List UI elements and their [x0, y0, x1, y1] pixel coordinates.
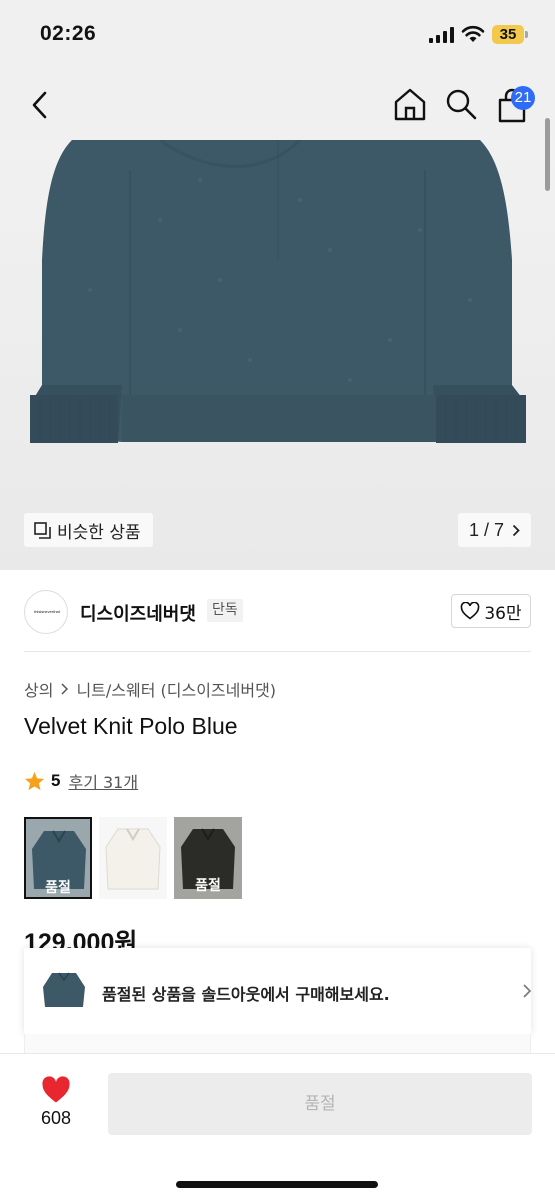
variant-soldout-label: 품절 — [45, 880, 71, 896]
brand-like-count: 36만 — [484, 603, 522, 624]
star-icon — [24, 771, 45, 791]
similar-products-button[interactable]: 비슷한 상품 — [24, 513, 153, 547]
buy-button-soldout[interactable]: 품절 — [108, 1073, 532, 1135]
brand-logo-text: thisisneverthat — [34, 609, 60, 614]
variant-black[interactable]: 품절 — [174, 817, 242, 899]
search-button[interactable] — [444, 86, 478, 122]
back-icon — [32, 91, 47, 119]
wifi-icon — [461, 25, 485, 42]
product-title: Velvet Knit Polo Blue — [24, 713, 238, 739]
variant-blue[interactable]: 품절 — [24, 817, 92, 899]
divider — [24, 651, 531, 652]
variant-thumbnail-ivory — [99, 817, 167, 899]
signal-icon — [429, 27, 454, 43]
top-nav: 21 — [0, 70, 555, 140]
home-icon — [394, 88, 426, 121]
status-time: 02:26 — [40, 22, 97, 45]
wishlist-button[interactable]: 608 — [24, 1074, 88, 1134]
similar-products-label: 비슷한 상품 — [57, 522, 141, 543]
banner-product-thumbnail — [40, 965, 88, 1013]
sweater-photo — [0, 140, 555, 570]
rating-value: 5 — [51, 771, 61, 790]
back-button[interactable] — [26, 88, 56, 122]
battery-level: 35 — [499, 26, 517, 43]
heart-filled-icon — [42, 1076, 70, 1103]
exclusive-tag: 단독 — [207, 599, 243, 622]
image-counter-button[interactable]: 1 / 7 — [458, 513, 531, 547]
status-bar: 02:26 35 — [0, 0, 555, 70]
reviews-link[interactable]: 후기 31개 — [68, 769, 138, 793]
breadcrumb-item-category[interactable]: 니트/스웨터 (디스이즈네버댓) — [76, 677, 276, 701]
battery-icon: 35 — [492, 25, 528, 44]
brand-row: thisisneverthat 디스이즈네버댓 단독 36만 — [0, 570, 555, 652]
variant-ivory[interactable] — [99, 817, 167, 899]
variant-soldout-label: 품절 — [195, 878, 221, 894]
breadcrumb: 상의 니트/스웨터 (디스이즈네버댓) — [24, 677, 276, 701]
brand-name[interactable]: 디스이즈네버댓 — [80, 600, 196, 626]
chevron-right-icon — [61, 683, 69, 695]
rating-row: 5 후기 31개 — [24, 769, 138, 793]
brand-logo[interactable]: thisisneverthat — [24, 590, 68, 634]
image-counter-text: 1 / 7 — [468, 519, 505, 540]
product-image-gallery[interactable]: 비슷한 상품 1 / 7 — [0, 140, 555, 570]
soldout-marketplace-banner[interactable]: 품절된 상품을 솔드아웃에서 구매해보세요. — [24, 948, 532, 1034]
home-indicator — [176, 1181, 378, 1188]
scroll-indicator — [545, 118, 550, 191]
cart-count-badge: 21 — [511, 86, 535, 110]
breadcrumb-item-top[interactable]: 상의 — [24, 677, 53, 701]
chevron-right-icon — [523, 984, 532, 998]
brand-like-button[interactable]: 36만 — [451, 594, 531, 628]
soldout-banner-text: 품절된 상품을 솔드아웃에서 구매해보세요. — [102, 985, 390, 1004]
home-button[interactable] — [392, 86, 428, 122]
wishlist-count: 608 — [40, 1108, 72, 1128]
similar-items-icon — [34, 521, 51, 539]
bottom-action-bar: 608 품절 — [0, 1053, 555, 1200]
color-variants: 품절 품절 — [24, 817, 242, 899]
heart-outline-icon — [461, 602, 480, 620]
search-icon — [446, 89, 477, 120]
cart-button[interactable]: 21 — [495, 84, 539, 124]
chevron-right-icon — [512, 524, 520, 536]
